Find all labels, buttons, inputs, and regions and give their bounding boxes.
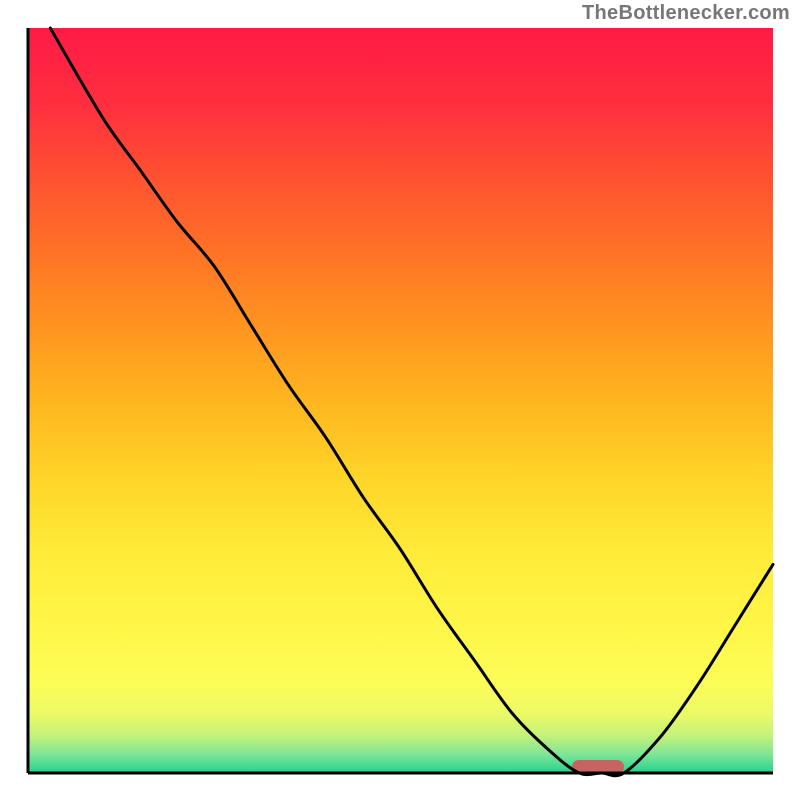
bottleneck-chart: [0, 0, 800, 800]
plot-background: [28, 28, 773, 773]
chart-canvas: TheBottlenecker.com: [0, 0, 800, 800]
